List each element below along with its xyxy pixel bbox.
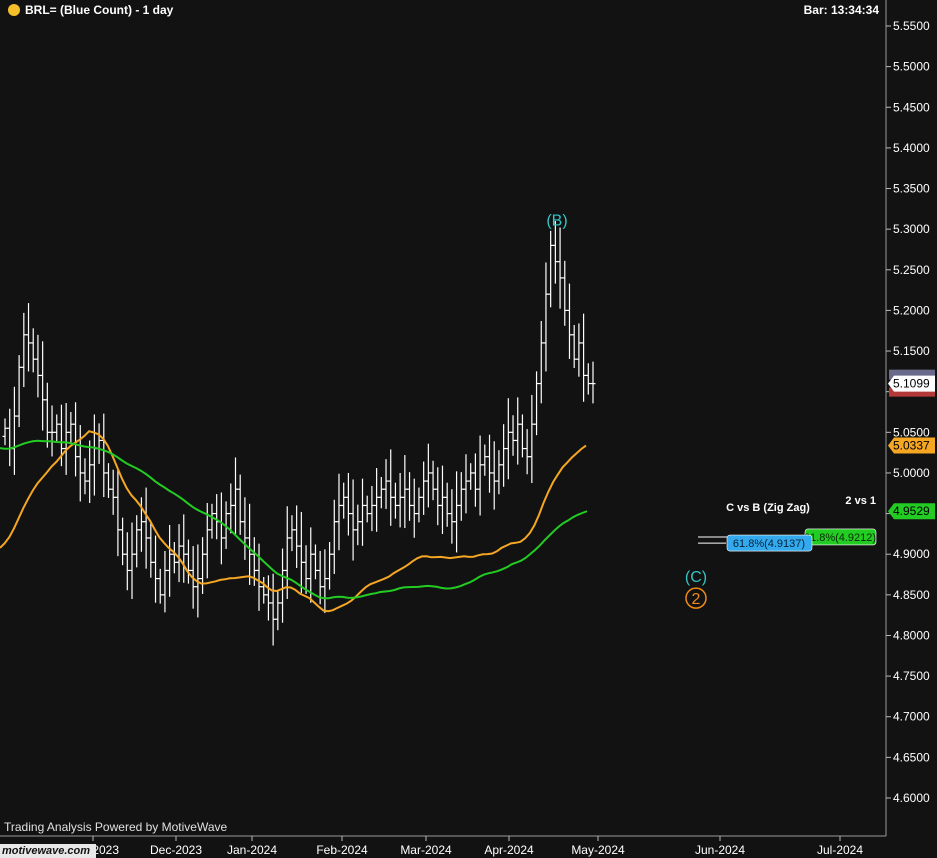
symbol-status-icon (8, 4, 20, 16)
price-tick-label: 5.4500 (893, 100, 930, 114)
price-tick-label: 4.9000 (893, 547, 930, 561)
price-tick-label: 5.5000 (893, 60, 930, 74)
brand-watermark: motivewave.com (0, 844, 96, 858)
chart-background (0, 0, 937, 858)
price-label-text: 5.1099 (893, 377, 930, 391)
price-tick-label: 5.3000 (893, 222, 930, 236)
price-tick-label: 4.6000 (893, 791, 930, 805)
time-tick-label: Jul-2024 (817, 843, 863, 857)
price-tick-label: 5.2500 (893, 263, 930, 277)
price-tick-label: 4.7500 (893, 669, 930, 683)
price-label-text: 5.0337 (893, 439, 930, 453)
price-label-text: 4.9529 (893, 504, 930, 518)
price-tick-label: 5.0000 (893, 466, 930, 480)
powered-by-text: Trading Analysis Powered by MotiveWave (4, 820, 228, 834)
chart-title-text: BRL= (Blue Count) - 1 day (25, 3, 174, 17)
fib-green-label: 61.8%(4.9212) (804, 532, 876, 544)
time-tick-label: Jun-2024 (695, 843, 745, 857)
price-tick-label: 4.6500 (893, 750, 930, 764)
time-tick-label: Apr-2024 (484, 843, 534, 857)
price-tick-label: 4.8000 (893, 628, 930, 642)
wave-label: (C) (685, 569, 707, 586)
wave-label: (B) (546, 212, 567, 229)
wave-label: 2 (692, 591, 701, 608)
time-tick-label: Feb-2024 (316, 843, 368, 857)
price-tick-label: 5.2000 (893, 303, 930, 317)
chart-title: BRL= (Blue Count) - 1 day (8, 3, 173, 17)
time-tick-label: May-2024 (571, 843, 625, 857)
price-tick-label: 4.8500 (893, 588, 930, 602)
time-tick-label: Dec-2023 (150, 843, 202, 857)
fib-blue-label: 61.8%(4.9137) (733, 538, 805, 550)
fib-left-title: C vs B (Zig Zag) (726, 502, 810, 514)
time-tick-label: Jan-2024 (227, 843, 277, 857)
price-tick-label: 5.1500 (893, 344, 930, 358)
time-tick-label: Mar-2024 (400, 843, 452, 857)
bar-timer: Bar: 13:34:34 (803, 3, 879, 17)
fib-right-title: 2 vs 1 (845, 495, 876, 507)
price-tick-label: 4.7000 (893, 710, 930, 724)
price-chart[interactable]: 5.5500 5.5000 5.4500 5.4000 5.3500 5.3000 5.25… (0, 0, 937, 858)
price-tick-label: 5.0500 (893, 425, 930, 439)
price-tick-label: 5.5500 (893, 19, 930, 33)
price-tick-label: 5.4000 (893, 141, 930, 155)
price-tick-label: 5.3500 (893, 182, 930, 196)
